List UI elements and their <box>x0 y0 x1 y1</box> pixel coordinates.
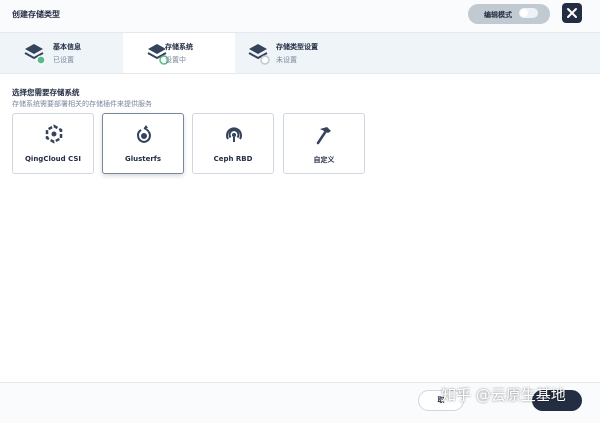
section-description: 存储系统需要部署相关的存储插件来提供服务 <box>12 100 152 108</box>
storage-card-qingcloud-csi[interactable]: QingCloud CSI <box>12 113 94 174</box>
layers-icon <box>248 44 270 65</box>
storage-card-custom[interactable]: 自定义 <box>283 113 365 174</box>
step-basic-info[interactable]: 基本信息 已设置 <box>0 33 123 73</box>
glusterfs-icon <box>136 125 152 144</box>
switch-knob <box>520 9 528 17</box>
step-status: 已设置 <box>53 56 74 64</box>
step-storage-system[interactable]: 存储系统 设置中 <box>123 33 235 73</box>
hammer-icon <box>316 127 331 145</box>
close-button[interactable] <box>562 3 582 23</box>
section-title: 选择您需要存储系统 <box>12 88 80 97</box>
close-icon <box>567 8 577 18</box>
card-label: Ceph RBD <box>213 155 253 163</box>
edit-mode-label: 编辑模式 <box>484 11 512 19</box>
dialog-title: 创建存储类型 <box>12 10 60 19</box>
edit-mode-switch[interactable] <box>519 8 538 18</box>
qingcloud-icon <box>45 124 63 144</box>
step-title: 存储类型设置 <box>276 43 318 51</box>
layers-icon <box>24 44 46 65</box>
card-label: 自定义 <box>313 156 335 164</box>
step-title: 基本信息 <box>53 43 81 51</box>
storage-card-ceph-rbd[interactable]: Ceph RBD <box>192 113 274 174</box>
step-title: 存储系统 <box>165 43 193 51</box>
step-status: 未设置 <box>276 56 297 64</box>
ceph-icon <box>226 127 242 142</box>
storage-card-glusterfs[interactable]: Glusterfs <box>102 113 184 174</box>
step-bar: 基本信息 已设置 存储系统 设置中 存储类型设置 未设置 <box>0 33 600 74</box>
step-status: 设置中 <box>165 56 186 64</box>
step-storage-class-settings[interactable]: 存储类型设置 未设置 <box>235 33 375 73</box>
watermark: 知乎 @云原生基地 <box>441 386 566 404</box>
card-label: QingCloud CSI <box>24 155 82 163</box>
card-label: Glusterfs <box>124 155 162 163</box>
